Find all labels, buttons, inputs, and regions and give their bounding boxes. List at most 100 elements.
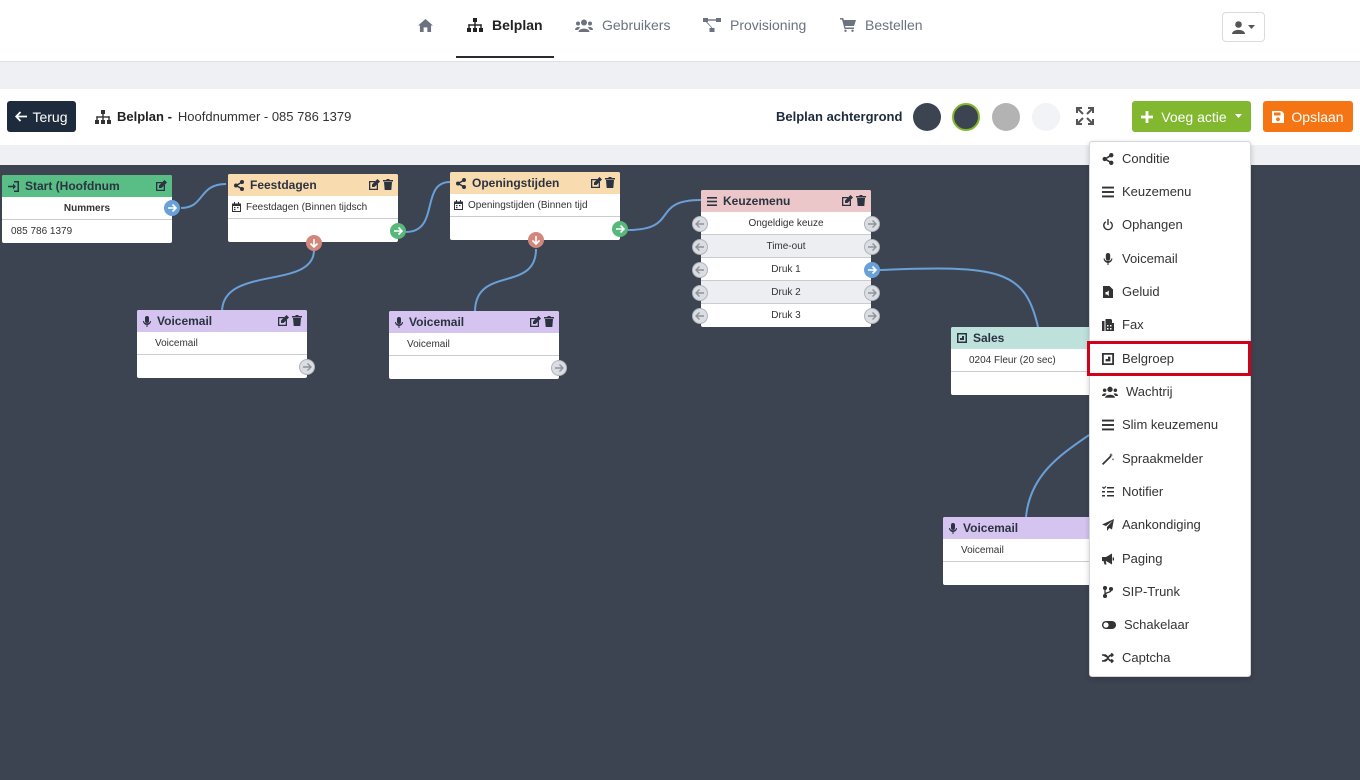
nav-gebruikers[interactable]: Gebruikers bbox=[575, 0, 670, 50]
sales-node-header[interactable]: Sales bbox=[951, 327, 1101, 349]
edit-icon[interactable] bbox=[842, 195, 853, 206]
nav-bestellen[interactable]: Bestellen bbox=[840, 0, 923, 50]
background-swatch-dark[interactable] bbox=[913, 103, 941, 131]
edit-icon[interactable] bbox=[530, 316, 541, 327]
openingstijden-node[interactable]: Openingstijden Openingstijden (Binnen ti… bbox=[450, 172, 628, 248]
nav-belplan[interactable]: Belplan bbox=[456, 0, 554, 58]
menu-item-captcha[interactable]: Captcha bbox=[1090, 641, 1250, 674]
trash-icon[interactable] bbox=[856, 195, 866, 206]
shopping-cart-icon bbox=[840, 18, 856, 32]
add-action-dropdown: Conditie Keuzemenu Ophangen Voicemail Ge… bbox=[1089, 141, 1251, 677]
keuzemenu-node-title: Keuzemenu bbox=[723, 194, 791, 208]
feestdagen-node[interactable]: Feestdagen Feestdagen (Binnen tijdsch bbox=[228, 174, 406, 251]
menu-item-fax[interactable]: Fax bbox=[1090, 308, 1250, 341]
keuzemenu-output-port-timeout[interactable] bbox=[864, 239, 880, 255]
feestdagen-node-header[interactable]: Feestdagen bbox=[228, 174, 398, 196]
voicemail-node[interactable]: Voicemail Voicemail bbox=[137, 310, 315, 378]
feestdagen-node-output-port[interactable] bbox=[390, 223, 406, 239]
start-node-header[interactable]: Start (Hoofdnum bbox=[2, 175, 172, 197]
edit-icon[interactable] bbox=[278, 315, 289, 326]
voicemail-node-header[interactable]: Voicemail bbox=[389, 311, 559, 333]
trash-icon[interactable] bbox=[605, 177, 615, 188]
keuzemenu-input-port[interactable] bbox=[692, 262, 708, 278]
keuzemenu-option-timeout: Time-out bbox=[701, 235, 871, 258]
openingstijden-node-header[interactable]: Openingstijden bbox=[450, 172, 620, 194]
menu-item-label: Wachtrij bbox=[1126, 384, 1173, 399]
openingstijden-node-down-port[interactable] bbox=[528, 232, 544, 248]
keuzemenu-output-port-3[interactable] bbox=[864, 308, 880, 324]
sales-node-row: 0204 Fleur (20 sec) bbox=[951, 349, 1101, 372]
voicemail-node-output-port[interactable] bbox=[299, 359, 315, 375]
openingstijden-node-title: Openingstijden bbox=[472, 176, 560, 190]
feestdagen-node-down-port[interactable] bbox=[306, 235, 322, 251]
background-swatch-dark-selected[interactable] bbox=[952, 103, 980, 131]
nav-bestellen-label: Bestellen bbox=[865, 17, 923, 33]
keuzemenu-output-port-invalid[interactable] bbox=[864, 216, 880, 232]
group-square-icon bbox=[1102, 352, 1114, 365]
menu-item-spraakmelder[interactable]: Spraakmelder bbox=[1090, 442, 1250, 475]
voicemail-node-title: Voicemail bbox=[963, 521, 1019, 535]
arrow-right-icon bbox=[394, 226, 403, 236]
start-node[interactable]: Start (Hoofdnum Nummers 085 786 1379 bbox=[2, 175, 180, 243]
list-icon bbox=[707, 196, 717, 206]
trash-icon[interactable] bbox=[292, 315, 302, 326]
voicemail-node-header[interactable]: Voicemail bbox=[943, 517, 1101, 539]
menu-item-belgroep[interactable]: Belgroep bbox=[1090, 342, 1250, 375]
background-swatch-light[interactable] bbox=[1032, 103, 1060, 131]
menu-item-sip-trunk[interactable]: SIP-Trunk bbox=[1090, 575, 1250, 608]
edit-icon[interactable] bbox=[156, 180, 167, 191]
paper-plane-icon bbox=[1102, 518, 1114, 531]
menu-item-notifier[interactable]: Notifier bbox=[1090, 475, 1250, 508]
menu-item-voicemail[interactable]: Voicemail bbox=[1090, 242, 1250, 275]
keuzemenu-input-port[interactable] bbox=[692, 285, 708, 301]
breadcrumb: Belplan - Hoofdnummer - 085 786 1379 bbox=[95, 109, 351, 124]
menu-item-keuzemenu[interactable]: Keuzemenu bbox=[1090, 175, 1250, 208]
menu-item-label: Captcha bbox=[1122, 650, 1171, 665]
nav-provisioning[interactable]: Provisioning bbox=[703, 0, 806, 50]
keuzemenu-input-port[interactable] bbox=[692, 239, 708, 255]
edit-icon[interactable] bbox=[369, 179, 380, 190]
menu-item-ophangen[interactable]: Ophangen bbox=[1090, 208, 1250, 241]
edit-icon[interactable] bbox=[591, 177, 602, 188]
arrow-right-icon bbox=[868, 312, 877, 320]
openingstijden-node-output-port[interactable] bbox=[612, 221, 628, 237]
link-openingstijden-voicemail bbox=[474, 248, 537, 313]
trash-icon[interactable] bbox=[544, 316, 554, 327]
breadcrumb-title: Belplan - bbox=[117, 109, 172, 124]
menu-item-geluid[interactable]: Geluid bbox=[1090, 275, 1250, 308]
menu-item-slim-keuzemenu[interactable]: Slim keuzemenu bbox=[1090, 408, 1250, 441]
trash-icon[interactable] bbox=[383, 179, 393, 190]
keuzemenu-output-port-2[interactable] bbox=[864, 285, 880, 301]
fullscreen-button[interactable] bbox=[1075, 106, 1097, 128]
keuzemenu-node[interactable]: Keuzemenu Ongeldige keuze Time-out Druk … bbox=[692, 190, 880, 327]
menu-item-conditie[interactable]: Conditie bbox=[1090, 142, 1250, 175]
keuzemenu-node-header[interactable]: Keuzemenu bbox=[701, 190, 871, 212]
start-node-output-port[interactable] bbox=[164, 200, 180, 216]
keuzemenu-input-port[interactable] bbox=[692, 308, 708, 324]
nav-home[interactable] bbox=[418, 0, 433, 50]
voicemail-node[interactable]: Voicemail Voicemail bbox=[389, 311, 567, 379]
voicemail-node-header[interactable]: Voicemail bbox=[137, 310, 307, 332]
keuzemenu-output-port-1[interactable] bbox=[864, 262, 880, 278]
background-swatch-grey[interactable] bbox=[992, 103, 1020, 131]
keuzemenu-option-2: Druk 2 bbox=[701, 281, 871, 304]
microphone-icon bbox=[949, 522, 957, 534]
menu-item-aankondiging[interactable]: Aankondiging bbox=[1090, 508, 1250, 541]
menu-item-paging[interactable]: Paging bbox=[1090, 542, 1250, 575]
keuzemenu-input-port[interactable] bbox=[692, 216, 708, 232]
link-keuzemenu-sales bbox=[879, 267, 1039, 328]
menu-item-wachtrij[interactable]: Wachtrij bbox=[1090, 375, 1250, 408]
menu-item-label: Geluid bbox=[1122, 284, 1160, 299]
back-button[interactable]: Terug bbox=[7, 101, 76, 132]
voicemail-node-output-port[interactable] bbox=[551, 360, 567, 376]
voicemail-node[interactable]: Voicemail Voicemail bbox=[943, 517, 1101, 585]
add-action-button[interactable]: Voeg actie bbox=[1132, 101, 1251, 132]
save-button[interactable]: Opslaan bbox=[1263, 101, 1353, 132]
sales-node[interactable]: Sales 0204 Fleur (20 sec) bbox=[951, 327, 1101, 395]
voicemail-node-title: Voicemail bbox=[409, 315, 465, 329]
voicemail-node-row: Voicemail bbox=[943, 539, 1101, 562]
menu-item-schakelaar[interactable]: Schakelaar bbox=[1090, 608, 1250, 641]
users-icon bbox=[1102, 386, 1118, 398]
power-icon bbox=[1103, 218, 1113, 230]
user-menu-button[interactable] bbox=[1222, 12, 1265, 42]
